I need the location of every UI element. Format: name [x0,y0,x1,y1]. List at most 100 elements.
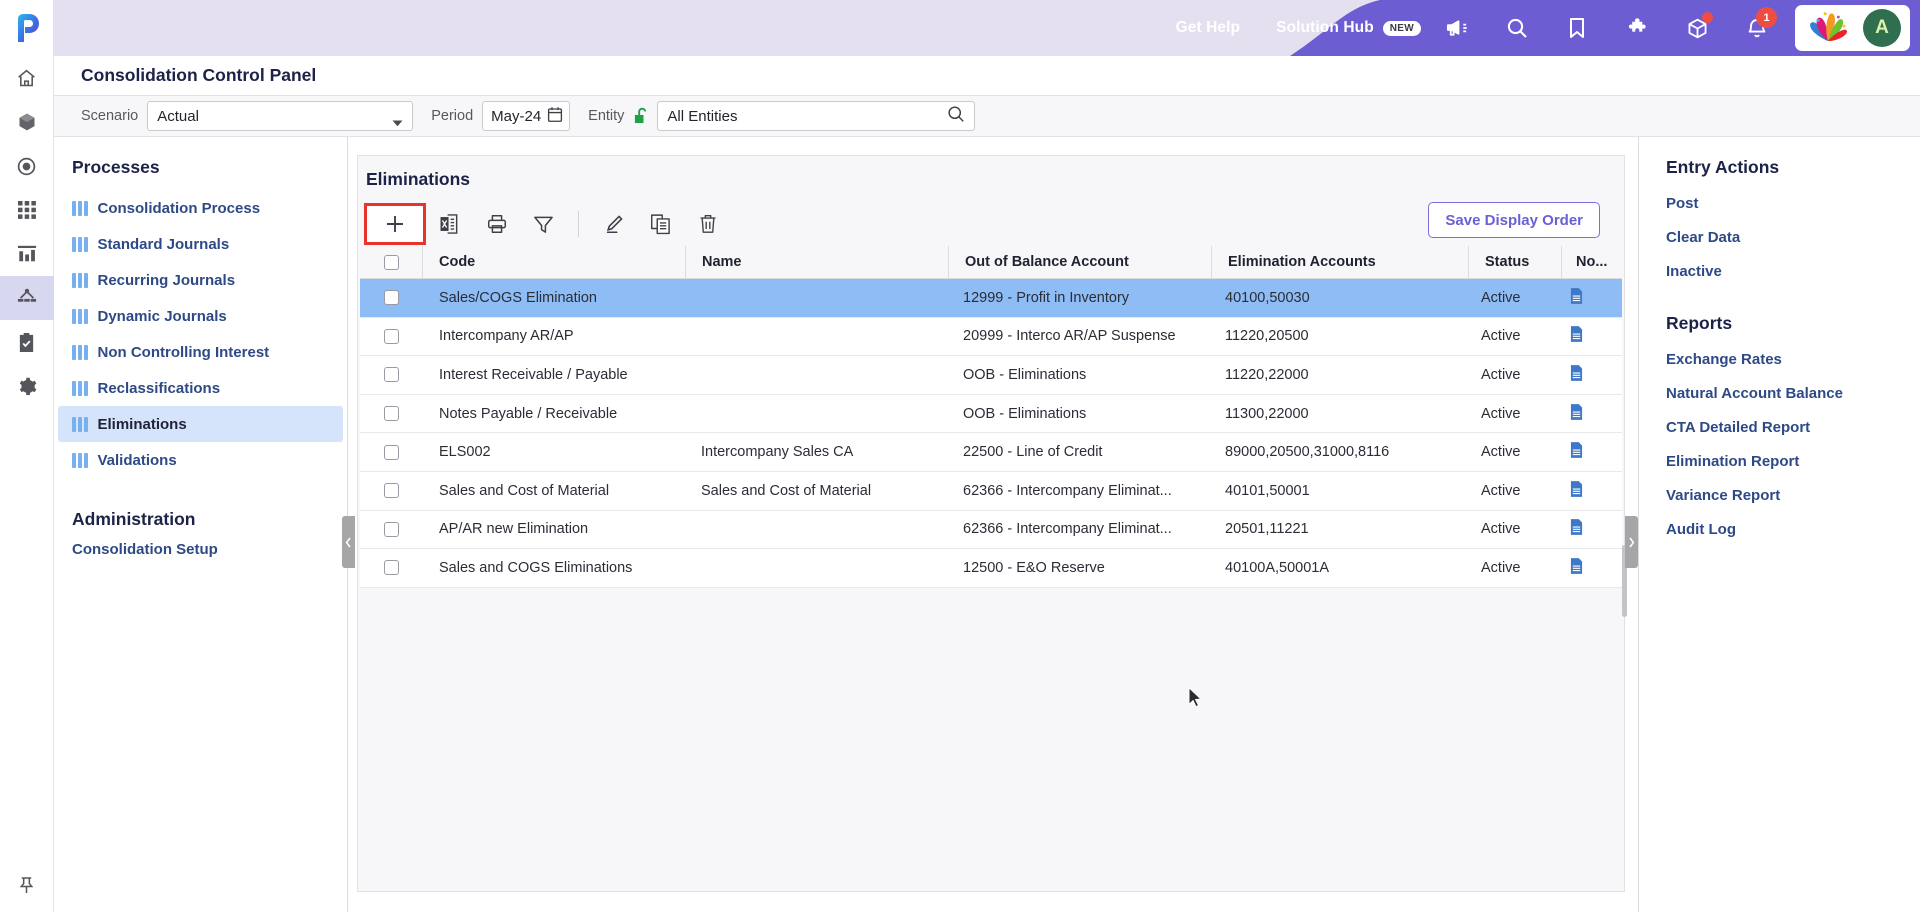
column-header-notes[interactable]: No... [1562,254,1624,270]
add-button[interactable] [364,203,426,245]
rail-item-home[interactable] [0,56,54,100]
document-icon[interactable] [1570,365,1583,385]
row-checkbox[interactable] [383,367,399,383]
cell-notes[interactable] [1556,480,1618,501]
search-icon[interactable] [947,105,965,127]
period-select[interactable]: May-24 [482,101,571,131]
cell-notes[interactable] [1556,442,1618,462]
scenario-select[interactable]: Actual [147,101,414,131]
row-checkbox[interactable] [383,290,399,306]
table-row[interactable]: Sales/COGS Elimination 12999 - Profit in… [360,279,1622,318]
sidebar-item-dynamic-journals[interactable]: Dynamic Journals [58,298,343,334]
notifications-icon[interactable]: 1 [1727,0,1787,56]
entity-select[interactable]: All Entities [657,101,976,131]
solution-hub-link[interactable]: Solution Hub NEW [1258,19,1427,37]
rail-item-tasks[interactable] [0,320,54,364]
row-select-cell [360,444,422,460]
planful-p-logo[interactable] [0,0,54,56]
column-header-elimination-accounts[interactable]: Elimination Accounts [1212,254,1468,270]
report-audit-log[interactable]: Audit Log [1639,504,1920,538]
cell-code: Sales and Cost of Material [439,482,610,499]
avatar[interactable]: A [1863,9,1901,47]
sidebar-item-eliminations[interactable]: Eliminations [58,406,343,442]
row-checkbox[interactable] [383,444,399,460]
cell-notes[interactable] [1556,365,1618,385]
document-icon[interactable] [1570,326,1583,346]
sidebar-item-standard-journals[interactable]: Standard Journals [58,226,343,262]
rail-item-consolidation[interactable] [0,276,54,320]
get-help-link[interactable]: Get Help [1158,19,1259,37]
sidebar-item-validations[interactable]: Validations [58,442,343,478]
document-icon[interactable] [1570,519,1583,539]
column-header-name[interactable]: Name [686,254,948,270]
sidebar-item-non-controlling-interest[interactable]: Non Controlling Interest [58,334,343,370]
document-icon[interactable] [1570,403,1583,424]
export-excel-button[interactable] [426,203,473,245]
collapse-left-panel-handle[interactable] [342,516,355,568]
reports-heading: Reports [1666,313,1733,333]
rail-item-chart[interactable] [0,232,54,276]
cell-notes[interactable] [1556,519,1618,539]
pin-icon[interactable] [0,858,54,912]
table-row[interactable]: Interest Receivable / Payable OOB - Elim… [360,356,1622,395]
action-post[interactable]: Post [1639,178,1920,212]
announcement-icon[interactable] [1427,0,1487,56]
cell-notes[interactable] [1556,403,1618,424]
row-checkbox[interactable] [383,328,399,344]
print-button[interactable] [473,203,520,245]
save-display-order-button[interactable]: Save Display Order [1428,202,1600,238]
package-icon[interactable] [1667,0,1727,56]
document-icon[interactable] [1570,558,1583,578]
filter-button[interactable] [520,203,567,245]
row-checkbox[interactable] [383,560,399,576]
rail-item-target[interactable] [0,144,54,188]
table-row[interactable]: AP/AR new Elimination 62366 - Intercompa… [360,511,1622,550]
document-icon[interactable] [1570,480,1583,501]
bookmark-icon[interactable] [1547,0,1607,56]
column-header-out-of-balance-account[interactable]: Out of Balance Account [949,254,1211,270]
table-row[interactable]: Sales and Cost of Material Sales and Cos… [360,472,1622,511]
cell-notes[interactable] [1556,558,1618,578]
report-elimination[interactable]: Elimination Report [1639,436,1920,470]
delete-button[interactable] [684,203,731,245]
report-exchange-rates[interactable]: Exchange Rates [1639,334,1920,368]
cell-code: ELS002 [439,444,491,461]
row-checkbox[interactable] [383,406,399,422]
edit-button[interactable] [590,203,637,245]
unlocked-icon[interactable] [633,107,648,125]
document-icon[interactable] [1570,287,1583,308]
collapse-right-panel-handle[interactable] [1625,516,1638,568]
table-row[interactable]: Notes Payable / Receivable OOB - Elimina… [360,395,1622,434]
table-row[interactable]: Sales and COGS Eliminations 12500 - E&O … [360,549,1622,588]
sidebar-item-consolidation-process[interactable]: Consolidation Process [58,190,343,226]
user-chip[interactable]: A [1795,5,1910,51]
calendar-icon[interactable] [547,106,563,127]
cell-elimination-accounts: 89000,20500,31000,8116 [1225,444,1390,461]
row-checkbox[interactable] [383,521,399,537]
rail-item-grid[interactable] [0,188,54,232]
column-header-status[interactable]: Status [1469,254,1561,270]
report-natural-account-balance[interactable]: Natural Account Balance [1639,368,1920,402]
sidebar-item-consolidation-setup[interactable]: Consolidation Setup [54,541,347,558]
report-cta-detailed[interactable]: CTA Detailed Report [1639,402,1920,436]
entity-label: Entity [588,108,625,124]
action-clear-data[interactable]: Clear Data [1639,212,1920,246]
report-variance[interactable]: Variance Report [1639,470,1920,504]
puzzle-icon[interactable] [1607,0,1667,56]
table-row[interactable]: Intercompany AR/AP 20999 - Interco AR/AP… [360,318,1622,357]
sidebar-item-recurring-journals[interactable]: Recurring Journals [58,262,343,298]
column-header-code[interactable]: Code [423,254,685,270]
action-inactive[interactable]: Inactive [1639,246,1920,280]
select-all-checkbox[interactable] [383,254,399,270]
rail-item-settings[interactable] [0,364,54,408]
cell-notes[interactable] [1556,326,1618,346]
rail-item-cube[interactable] [0,100,54,144]
row-checkbox[interactable] [383,483,399,499]
document-icon[interactable] [1570,442,1583,462]
copy-button[interactable] [637,203,684,245]
sidebar-item-reclassifications[interactable]: Reclassifications [58,370,343,406]
search-icon[interactable] [1487,0,1547,56]
table-row[interactable]: ELS002 Intercompany Sales CA 22500 - Lin… [360,433,1622,472]
cell-notes[interactable] [1556,287,1618,308]
cell-out-of-balance-account: 22500 - Line of Credit [963,444,1103,461]
